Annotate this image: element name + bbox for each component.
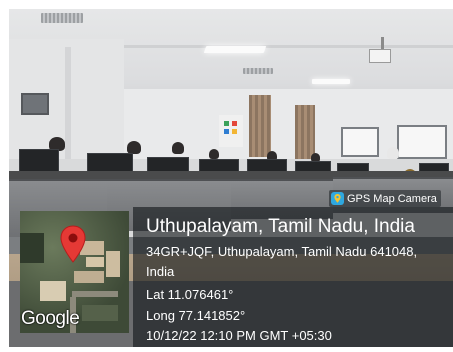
address-line-2: India [146, 264, 175, 279]
photo: GPS Map Camera Google Uthupalayam, Tamil… [9, 9, 453, 347]
person [209, 149, 219, 159]
ceiling-light [203, 46, 267, 53]
whiteboard [397, 125, 447, 159]
curtain [295, 105, 315, 159]
app-name: GPS Map Camera [347, 192, 437, 205]
map-road [72, 291, 118, 297]
person [172, 142, 184, 154]
ceiling-light [312, 79, 350, 84]
map-building [86, 257, 104, 267]
map-field [82, 305, 118, 321]
map-building [40, 281, 66, 301]
map-pin-icon [60, 225, 86, 263]
location-panel: Uthupalayam, Tamil Nadu, India 34GR+JQF,… [133, 207, 453, 347]
timestamp: 10/12/22 12:10 PM GMT +05:30 [146, 328, 332, 343]
longitude: Long 77.141852° [146, 308, 246, 323]
air-vent [41, 13, 83, 23]
place-name: Uthupalayam, Tamil Nadu, India [146, 216, 415, 237]
map-thumbnail: Google [20, 211, 129, 333]
whiteboard [341, 127, 379, 157]
air-vent [243, 68, 273, 74]
gps-map-camera-badge: GPS Map Camera [329, 190, 441, 207]
address-line-1: 34GR+JQF, Uthupalayam, Tamil Nadu 641048… [146, 244, 418, 259]
latitude: Lat 11.076461° [146, 287, 234, 302]
map-building [106, 251, 120, 277]
curtain [249, 95, 271, 157]
person [387, 147, 399, 159]
projector-mount [381, 37, 384, 49]
projector [369, 49, 391, 63]
map-building [74, 271, 104, 283]
wall-column [65, 47, 71, 159]
gps-map-camera-icon [331, 192, 344, 205]
wall-screen [21, 93, 49, 115]
map-trees [20, 233, 44, 263]
wall-poster [219, 115, 243, 147]
map-brand: Google [21, 308, 80, 329]
